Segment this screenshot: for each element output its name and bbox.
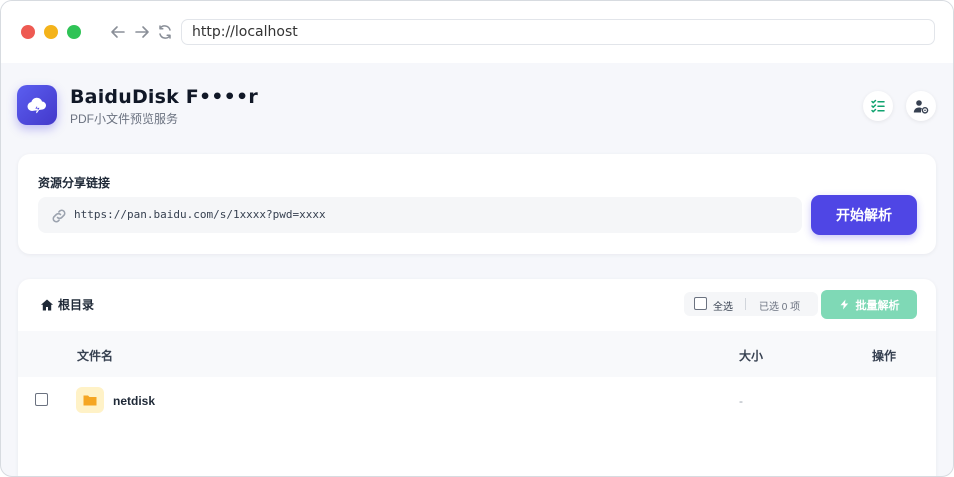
minimize-window-button[interactable] (44, 25, 58, 39)
folder-icon (76, 387, 104, 413)
file-size: - (739, 394, 743, 408)
lightning-icon (840, 299, 848, 310)
start-parse-button[interactable]: 开始解析 (811, 195, 917, 235)
table-row[interactable]: netdisk - (18, 377, 936, 429)
share-link-label: 资源分享链接 (38, 176, 111, 190)
select-all-control: 全选 已选 0 项 (684, 292, 818, 316)
table-header (18, 331, 936, 377)
app-title: BaiduDisk F••••r (70, 86, 258, 108)
cloud-lightning-icon (27, 97, 47, 114)
browser-window: http://localhost BaiduDisk F••••r PDF小文件… (0, 0, 954, 477)
file-name[interactable]: netdisk (113, 394, 155, 408)
user-gear-icon (913, 100, 929, 114)
share-link-card: 资源分享链接 https://pan.baidu.com/s/1xxxx?pwd… (18, 154, 936, 254)
column-header-size[interactable]: 大小 (739, 347, 763, 364)
select-all-label[interactable]: 全选 (713, 298, 733, 313)
file-browser-card: 根目录 全选 已选 0 项 批量解析 文件名 大小 操作 netdisk - (18, 279, 936, 476)
browser-chrome: http://localhost (1, 1, 953, 63)
user-settings-button[interactable] (906, 91, 936, 121)
close-window-button[interactable] (21, 25, 35, 39)
row-checkbox[interactable] (35, 393, 48, 406)
forward-arrow-icon[interactable] (133, 23, 151, 41)
divider (745, 298, 746, 310)
address-bar[interactable]: http://localhost (181, 19, 935, 45)
app-logo (17, 85, 57, 125)
select-all-checkbox[interactable] (694, 297, 707, 310)
app-subtitle: PDF小文件预览服务 (70, 112, 179, 126)
breadcrumb-root: 根目录 (58, 298, 95, 312)
reload-icon[interactable] (156, 23, 174, 41)
column-header-action: 操作 (872, 349, 897, 363)
column-header-name[interactable]: 文件名 (77, 347, 113, 364)
breadcrumb[interactable]: 根目录 (40, 296, 94, 313)
checklist-icon (871, 99, 885, 113)
selected-count: 已选 0 项 (759, 302, 801, 313)
maximize-window-button[interactable] (67, 25, 81, 39)
batch-parse-button[interactable]: 批量解析 (821, 290, 917, 319)
back-arrow-icon[interactable] (109, 23, 127, 41)
share-link-input[interactable]: https://pan.baidu.com/s/1xxxx?pwd=xxxx (38, 197, 802, 233)
task-list-button[interactable] (863, 91, 893, 121)
link-icon (50, 207, 68, 225)
batch-parse-label: 批量解析 (855, 299, 900, 312)
home-icon (41, 299, 53, 310)
